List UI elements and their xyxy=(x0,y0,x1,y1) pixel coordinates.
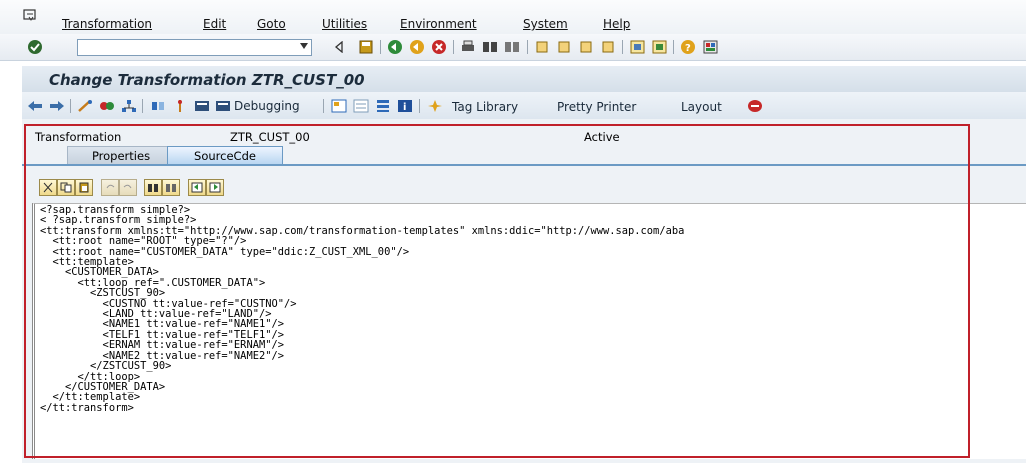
page-title: Change Transformation ZTR_CUST_00 xyxy=(49,71,365,89)
info-pin-icon[interactable] xyxy=(171,97,189,115)
search-icon[interactable] xyxy=(144,179,162,196)
pretty-print-doc-icon[interactable] xyxy=(352,97,370,115)
code-line: </CUSTOMER_DATA> xyxy=(40,380,166,393)
menu-bar: Transformation Edit Goto Utilities Envir… xyxy=(0,0,1026,34)
code-line: <tt:loop ref=".CUSTOMER_DATA"> xyxy=(40,276,266,289)
menu-environment[interactable]: Environment xyxy=(400,17,477,31)
editor-toolbar xyxy=(22,177,1026,199)
tab-sourcecde[interactable]: SourceCde xyxy=(167,146,283,164)
menu-system[interactable]: System xyxy=(523,17,568,31)
search-next-icon[interactable] xyxy=(162,179,180,196)
status-value: Active xyxy=(584,130,620,144)
pretty-printer-button[interactable]: Pretty Printer xyxy=(557,100,636,114)
cancel-icon[interactable] xyxy=(430,38,448,56)
application-toolbar: Debugging i Tag Library Pretty Printer L… xyxy=(22,92,1026,119)
code-line: <tt:template> xyxy=(40,256,134,269)
source-code-editor[interactable]: <?sap.transform simple?> < ?sap.transform… xyxy=(32,203,1026,459)
code-line: </ZSTCUST_90> xyxy=(40,360,172,373)
display-change-icon[interactable] xyxy=(76,97,94,115)
forward-arrow-icon[interactable] xyxy=(48,97,66,115)
layout-button[interactable]: Layout xyxy=(681,100,722,114)
chevron-down-icon[interactable] xyxy=(300,43,308,49)
pattern-icon[interactable] xyxy=(330,97,348,115)
code-line: <tt:root name="CUSTOMER_DATA" type="ddic… xyxy=(40,245,410,258)
import-icon[interactable] xyxy=(188,179,206,196)
code-line: </tt:template> xyxy=(40,391,141,404)
copy-icon[interactable] xyxy=(57,179,75,196)
next-page-icon[interactable] xyxy=(577,38,595,56)
debugging-button[interactable]: Debugging xyxy=(215,97,300,115)
system-menu-icon[interactable] xyxy=(23,8,37,22)
content-area: Transformation ZTR_CUST_00 Active Proper… xyxy=(22,119,1026,463)
menu-help[interactable]: Help xyxy=(603,17,630,31)
tab-properties[interactable]: Properties xyxy=(67,146,175,164)
transformation-field-label: Transformation xyxy=(35,130,122,144)
title-bar: Change Transformation ZTR_CUST_00 xyxy=(22,66,1026,92)
customize-layout-icon[interactable] xyxy=(701,38,719,56)
debug-icon xyxy=(216,101,230,111)
hierarchy-icon[interactable] xyxy=(120,97,138,115)
info-icon[interactable]: i xyxy=(396,97,414,115)
debugging-label: Debugging xyxy=(234,99,300,113)
where-used-icon[interactable] xyxy=(149,97,167,115)
undo-icon[interactable] xyxy=(101,179,119,196)
code-line: </tt:loop> xyxy=(40,370,141,383)
first-page-icon[interactable] xyxy=(533,38,551,56)
new-session-icon[interactable] xyxy=(628,38,646,56)
shortcut-icon[interactable] xyxy=(650,38,668,56)
redo-icon[interactable] xyxy=(119,179,137,196)
collapse-icon[interactable] xyxy=(330,38,348,56)
command-field[interactable] xyxy=(77,39,312,56)
stop-icon[interactable] xyxy=(746,97,764,115)
print-icon[interactable] xyxy=(459,38,477,56)
previous-page-icon[interactable] xyxy=(555,38,573,56)
menu-utilities[interactable]: Utilities xyxy=(322,17,367,31)
help-icon[interactable]: ? xyxy=(679,38,697,56)
object-header: Transformation ZTR_CUST_00 Active xyxy=(22,119,1026,144)
tab-strip: Properties SourceCde xyxy=(22,146,1026,166)
command-input[interactable] xyxy=(78,40,296,56)
tag-library-icon[interactable] xyxy=(426,97,444,115)
activate-icon[interactable] xyxy=(98,97,116,115)
save-icon[interactable] xyxy=(357,38,375,56)
back-icon[interactable] xyxy=(386,38,404,56)
code-line: </tt:transform> xyxy=(40,401,134,414)
breakpoint-icon[interactable] xyxy=(193,97,211,115)
find-icon[interactable] xyxy=(481,38,499,56)
menu-goto[interactable]: Goto xyxy=(257,17,286,31)
standard-toolbar: ? xyxy=(0,34,1026,61)
structure-icon[interactable] xyxy=(374,97,392,115)
menu-transformation[interactable]: Transformation xyxy=(62,17,152,31)
transformation-name: ZTR_CUST_00 xyxy=(230,130,310,144)
svg-text:i: i xyxy=(403,102,406,113)
exit-icon[interactable] xyxy=(408,38,426,56)
enter-check-icon[interactable] xyxy=(27,39,43,55)
source-code-text: <?sap.transform simple?> < ?sap.transform… xyxy=(35,204,1026,414)
paste-icon[interactable] xyxy=(75,179,93,196)
menu-edit[interactable]: Edit xyxy=(203,17,226,31)
tag-library-button[interactable]: Tag Library xyxy=(452,100,518,114)
find-next-icon[interactable] xyxy=(503,38,521,56)
svg-text:?: ? xyxy=(685,43,691,54)
back-arrow-icon[interactable] xyxy=(26,97,44,115)
code-line: <NAME2 tt:value-ref="NAME2"/> xyxy=(40,349,284,362)
cut-icon[interactable] xyxy=(39,179,57,196)
last-page-icon[interactable] xyxy=(599,38,617,56)
export-icon[interactable] xyxy=(206,179,224,196)
